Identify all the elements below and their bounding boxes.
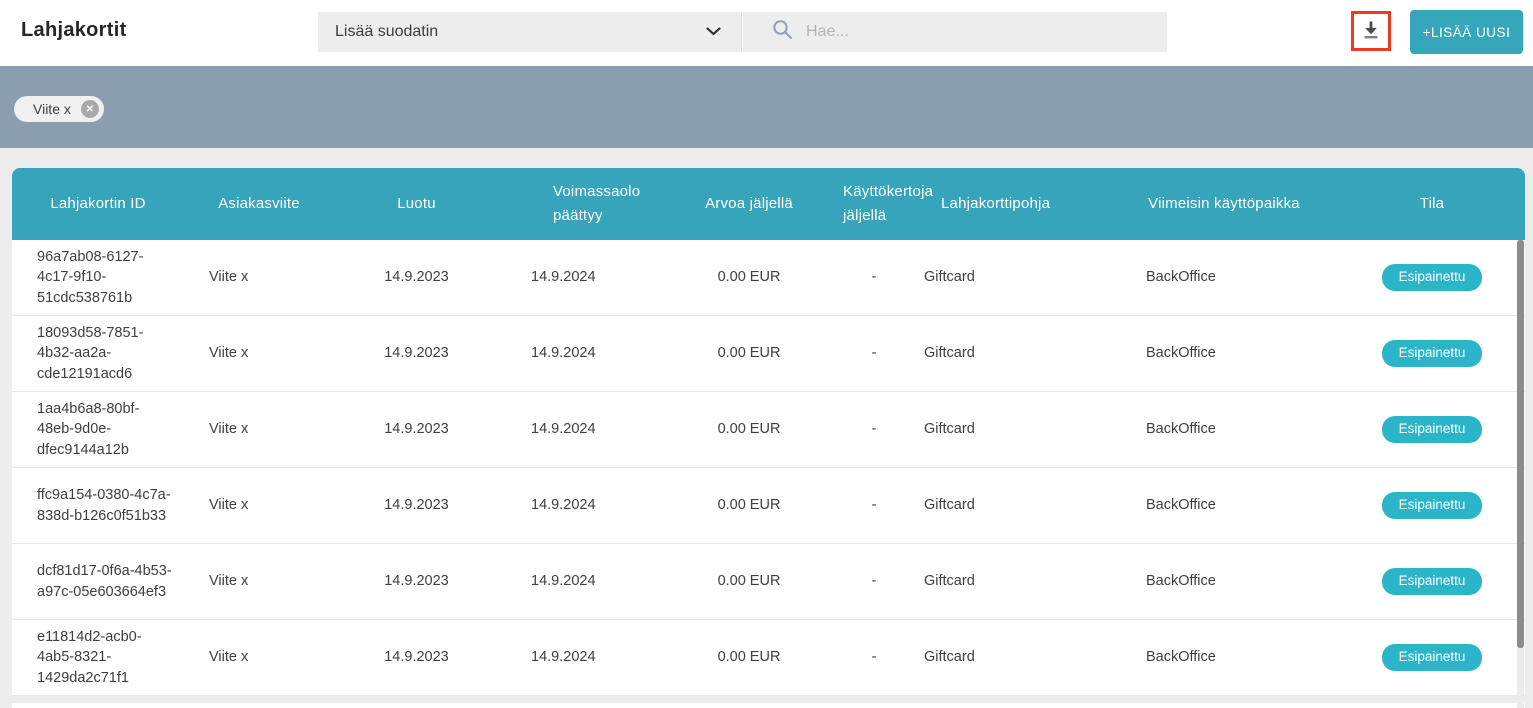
scrollbar-thumb[interactable] bbox=[1517, 240, 1524, 648]
cell-status: Esipainettu bbox=[1339, 620, 1525, 696]
cell-value-remaining: 0.00 EUR bbox=[669, 392, 829, 468]
cell-valid-until: 14.9.2024 bbox=[499, 240, 669, 316]
cell-last-used-location: BackOffice bbox=[1109, 544, 1339, 620]
column-header-value-remaining: Arvoa jäljellä bbox=[669, 168, 829, 240]
cell-valid-until: 14.9.2024 bbox=[499, 392, 669, 468]
cell-last-used-location: BackOffice bbox=[1109, 392, 1339, 468]
cell-value-remaining: 0.00 EUR bbox=[669, 240, 829, 316]
cell-status: Esipainettu bbox=[1339, 316, 1525, 392]
cell-last-used-location: BackOffice bbox=[1109, 240, 1339, 316]
add-filter-label: Lisää suodatin bbox=[335, 23, 438, 41]
status-badge: Esipainettu bbox=[1382, 340, 1482, 367]
cell-value-remaining: 0.00 EUR bbox=[669, 316, 829, 392]
cell-uses-remaining: - bbox=[829, 468, 919, 544]
cell-last-used-location: BackOffice bbox=[1109, 316, 1339, 392]
status-badge: Esipainettu bbox=[1382, 568, 1482, 595]
giftcards-table: Lahjakortin ID Asiakasviite Luotu Voimas… bbox=[12, 168, 1525, 696]
cell-status: Esipainettu bbox=[1339, 468, 1525, 544]
cell-last-used-location: BackOffice bbox=[1109, 468, 1339, 544]
download-button[interactable] bbox=[1351, 11, 1391, 51]
table-row[interactable]: 1aa4b6a8-80bf-48eb-9d0e-dfec9144a12b Vii… bbox=[12, 392, 1525, 468]
cell-customer-reference: Viite x bbox=[184, 468, 334, 544]
cell-template: Giftcard bbox=[919, 240, 1109, 316]
cell-created: 14.9.2023 bbox=[334, 468, 499, 544]
add-filter-dropdown[interactable]: Lisää suodatin bbox=[318, 12, 742, 52]
cell-giftcard-id: 18093d58-7851-4b32-aa2a-cde12191acd6 bbox=[12, 316, 184, 392]
table-row[interactable]: 96a7ab08-6127-4c17-9f10-51cdc538761b Vii… bbox=[12, 240, 1525, 316]
search-input[interactable] bbox=[806, 23, 1136, 41]
cell-last-used-location: BackOffice bbox=[1109, 620, 1339, 696]
status-badge: Esipainettu bbox=[1382, 644, 1482, 671]
cell-giftcard-id: 1aa4b6a8-80bf-48eb-9d0e-dfec9144a12b bbox=[12, 392, 184, 468]
cell-created: 14.9.2023 bbox=[334, 316, 499, 392]
cell-created: 14.9.2023 bbox=[334, 544, 499, 620]
cell-value-remaining: 0.00 EUR bbox=[669, 620, 829, 696]
active-filters-bar: Viite x ✕ bbox=[0, 66, 1533, 148]
cell-status: Esipainettu bbox=[1339, 392, 1525, 468]
column-header-customer-reference: Asiakasviite bbox=[184, 168, 334, 240]
column-header-valid-until: Voimassaolo päättyy bbox=[499, 168, 669, 240]
table-area: Lahjakortin ID Asiakasviite Luotu Voimas… bbox=[0, 148, 1533, 708]
cell-uses-remaining: - bbox=[829, 316, 919, 392]
cell-template: Giftcard bbox=[919, 620, 1109, 696]
cell-created: 14.9.2023 bbox=[334, 392, 499, 468]
table-scrollbar[interactable] bbox=[1517, 240, 1524, 708]
cell-uses-remaining: - bbox=[829, 392, 919, 468]
close-icon[interactable]: ✕ bbox=[81, 100, 99, 118]
partial-next-row bbox=[12, 703, 1525, 708]
table-row[interactable]: ffc9a154-0380-4c7a-838d-b126c0f51b33 Vii… bbox=[12, 468, 1525, 544]
cell-created: 14.9.2023 bbox=[334, 240, 499, 316]
column-header-last-used-location: Viimeisin käyttöpaikka bbox=[1109, 168, 1339, 240]
column-header-status: Tila bbox=[1339, 168, 1525, 240]
top-bar: Lahjakortit Lisää suodatin +LISÄÄ UUSI bbox=[0, 0, 1533, 66]
cell-customer-reference: Viite x bbox=[184, 544, 334, 620]
cell-customer-reference: Viite x bbox=[184, 620, 334, 696]
cell-customer-reference: Viite x bbox=[184, 392, 334, 468]
table-header-row: Lahjakortin ID Asiakasviite Luotu Voimas… bbox=[12, 168, 1525, 240]
cell-status: Esipainettu bbox=[1339, 240, 1525, 316]
column-header-uses-remaining: Käyttökertoja jäljellä bbox=[829, 168, 919, 240]
cell-template: Giftcard bbox=[919, 316, 1109, 392]
giftcards-table-body: 96a7ab08-6127-4c17-9f10-51cdc538761b Vii… bbox=[12, 240, 1525, 696]
column-header-created: Luotu bbox=[334, 168, 499, 240]
cell-status: Esipainettu bbox=[1339, 544, 1525, 620]
column-header-giftcard-id: Lahjakortin ID bbox=[12, 168, 184, 240]
cell-uses-remaining: - bbox=[829, 240, 919, 316]
page-title: Lahjakortit bbox=[21, 19, 127, 42]
cell-customer-reference: Viite x bbox=[184, 316, 334, 392]
search-box[interactable] bbox=[743, 12, 1167, 52]
cell-giftcard-id: dcf81d17-0f6a-4b53-a97c-05e603664ef3 bbox=[12, 544, 184, 620]
cell-valid-until: 14.9.2024 bbox=[499, 316, 669, 392]
search-icon bbox=[772, 19, 806, 45]
status-badge: Esipainettu bbox=[1382, 416, 1482, 443]
cell-giftcard-id: ffc9a154-0380-4c7a-838d-b126c0f51b33 bbox=[12, 468, 184, 544]
table-row[interactable]: dcf81d17-0f6a-4b53-a97c-05e603664ef3 Vii… bbox=[12, 544, 1525, 620]
filter-chip[interactable]: Viite x ✕ bbox=[14, 96, 104, 122]
cell-value-remaining: 0.00 EUR bbox=[669, 468, 829, 544]
filter-chip-label: Viite x bbox=[33, 101, 71, 117]
cell-giftcard-id: e11814d2-acb0-4ab5-8321-1429da2c71f1 bbox=[12, 620, 184, 696]
status-badge: Esipainettu bbox=[1382, 492, 1482, 519]
status-badge: Esipainettu bbox=[1382, 264, 1482, 291]
table-row[interactable]: 18093d58-7851-4b32-aa2a-cde12191acd6 Vii… bbox=[12, 316, 1525, 392]
cell-template: Giftcard bbox=[919, 468, 1109, 544]
table-row[interactable]: e11814d2-acb0-4ab5-8321-1429da2c71f1 Vii… bbox=[12, 620, 1525, 696]
cell-template: Giftcard bbox=[919, 544, 1109, 620]
cell-uses-remaining: - bbox=[829, 620, 919, 696]
cell-customer-reference: Viite x bbox=[184, 240, 334, 316]
cell-valid-until: 14.9.2024 bbox=[499, 468, 669, 544]
column-header-template: Lahjakorttipohja bbox=[919, 168, 1109, 240]
add-new-button[interactable]: +LISÄÄ UUSI bbox=[1410, 10, 1523, 54]
cell-created: 14.9.2023 bbox=[334, 620, 499, 696]
cell-value-remaining: 0.00 EUR bbox=[669, 544, 829, 620]
chevron-down-icon bbox=[706, 23, 721, 41]
cell-giftcard-id: 96a7ab08-6127-4c17-9f10-51cdc538761b bbox=[12, 240, 184, 316]
cell-valid-until: 14.9.2024 bbox=[499, 544, 669, 620]
cell-template: Giftcard bbox=[919, 392, 1109, 468]
cell-valid-until: 14.9.2024 bbox=[499, 620, 669, 696]
download-icon bbox=[1360, 19, 1382, 44]
cell-uses-remaining: - bbox=[829, 544, 919, 620]
